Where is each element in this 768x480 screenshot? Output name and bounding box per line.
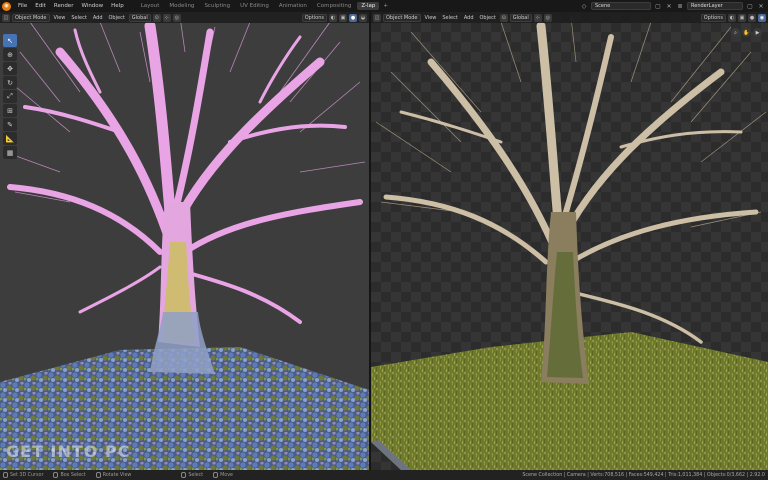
scene-icon: ◇	[581, 2, 587, 10]
mouse-right-icon	[95, 472, 101, 478]
tab-layout[interactable]: Layout	[137, 2, 164, 10]
annotate-icon[interactable]: ✎	[3, 118, 17, 131]
tab-compositing[interactable]: Compositing	[313, 2, 355, 10]
status-hint-box-select: Box Select	[53, 472, 86, 478]
cursor-icon[interactable]: ⊕	[3, 48, 17, 61]
menu-add-right[interactable]: Add	[462, 14, 476, 22]
status-hint-rotate: Rotate View	[95, 472, 132, 478]
rotate-icon[interactable]: ↻	[3, 76, 17, 89]
shading-solid-icon[interactable]: ●	[349, 13, 357, 22]
camera-icon[interactable]: ▶	[753, 28, 762, 37]
measure-icon[interactable]: 📐	[3, 132, 17, 145]
copy-layer-icon[interactable]: ▢	[746, 3, 754, 10]
mouse-left-icon	[181, 472, 187, 478]
top-bar: ◉ File Edit Render Window Help Layout Mo…	[0, 0, 768, 12]
menu-help[interactable]: Help	[107, 3, 128, 9]
menu-add-left[interactable]: Add	[91, 14, 105, 22]
pivot-icon-right[interactable]: ⊙	[499, 13, 508, 22]
cursor-select-icon[interactable]: ↖	[3, 34, 17, 47]
add-cube-icon[interactable]: ▦	[3, 146, 17, 159]
close-icon[interactable]: ✕	[665, 3, 673, 10]
overlay-icon-right[interactable]: ◐	[728, 13, 736, 22]
mouse-middle-icon	[53, 472, 59, 478]
status-hint-select: Select	[181, 472, 203, 478]
render-layer-name: RenderLayer	[691, 3, 723, 9]
status-text: Move	[220, 472, 234, 478]
shading-solid-icon-right[interactable]: ●	[748, 13, 756, 22]
render-layer-selector[interactable]: RenderLayer	[687, 2, 743, 10]
xray-icon[interactable]: ▣	[339, 13, 347, 22]
navigation-gizmo: ⌕ ✋ ▶	[731, 28, 762, 37]
options-dropdown-right[interactable]: Options	[700, 13, 726, 22]
scene-name: Scene	[595, 3, 611, 9]
shading-material-icon[interactable]: ◒	[359, 13, 367, 22]
viewport-header-left: ◫ Object Mode View Select Add Object Glo…	[0, 12, 369, 23]
orientation-dropdown-left[interactable]: Global	[128, 13, 151, 22]
tab-z-lap[interactable]: Z-lap	[357, 2, 380, 10]
overlay-icon[interactable]: ◐	[329, 13, 337, 22]
snap-icon[interactable]: ⊹	[162, 13, 171, 22]
status-hint-cursor: Set 3D Cursor	[3, 472, 43, 478]
status-text: Rotate View	[102, 472, 132, 478]
watermark: GET INTO PC	[6, 442, 131, 461]
proportional-icon[interactable]: ◎	[172, 13, 181, 22]
mode-dropdown-right[interactable]: Object Mode	[383, 13, 421, 22]
layers-icon: ≣	[677, 2, 683, 10]
close-layer-icon[interactable]: ✕	[757, 3, 765, 10]
menu-object-right[interactable]: Object	[478, 14, 498, 22]
viewport-right[interactable]: ◫ Object Mode View Select Add Object ⊙ G…	[371, 12, 768, 470]
shading-rendered-icon-right[interactable]: ◉	[758, 13, 766, 22]
pan-icon[interactable]: ✋	[742, 28, 751, 37]
menu-view-right[interactable]: View	[423, 14, 439, 22]
zoom-icon[interactable]: ⌕	[731, 28, 740, 37]
orientation-dropdown-right[interactable]: Global	[509, 13, 532, 22]
mode-dropdown-left[interactable]: Object Mode	[12, 13, 50, 22]
blender-logo-icon[interactable]: ◉	[2, 1, 11, 11]
status-bar: Set 3D Cursor Box Select Rotate View Sel…	[0, 470, 768, 480]
status-hint-move: Move	[213, 472, 233, 478]
tab-animation[interactable]: Animation	[275, 2, 311, 10]
proportional-icon-right[interactable]: ◎	[543, 13, 552, 22]
tree-overlay-render	[0, 12, 369, 470]
editor-type-icon-right[interactable]: ◫	[373, 13, 381, 22]
menu-edit[interactable]: Edit	[31, 3, 50, 9]
status-text: Select	[188, 472, 204, 478]
scene-statistics: Scene Collection | Camera | Verts:708,51…	[522, 472, 765, 478]
menu-view-left[interactable]: View	[52, 14, 68, 22]
pivot-icon[interactable]: ⊙	[152, 13, 161, 22]
tab-modeling[interactable]: Modeling	[165, 2, 198, 10]
tool-shelf: ↖ ⊕ ✥ ↻ ⤢ ⊞ ✎ 📐 ▦	[3, 34, 17, 159]
add-workspace-button[interactable]: +	[380, 3, 391, 9]
menu-file[interactable]: File	[14, 3, 31, 9]
options-dropdown-left[interactable]: Options	[301, 13, 327, 22]
snap-icon-right[interactable]: ⊹	[533, 13, 542, 22]
menu-object-left[interactable]: Object	[107, 14, 127, 22]
status-text: Box Select	[60, 472, 86, 478]
menu-render[interactable]: Render	[50, 3, 78, 9]
blender-window: ◉ File Edit Render Window Help Layout Mo…	[0, 0, 768, 480]
scale-icon[interactable]: ⤢	[3, 90, 17, 103]
mouse-left-icon	[3, 472, 8, 478]
status-text: Set 3D Cursor	[10, 472, 44, 478]
tab-sculpting[interactable]: Sculpting	[200, 2, 234, 10]
viewport-left[interactable]: ◫ Object Mode View Select Add Object Glo…	[0, 12, 369, 470]
transform-icon[interactable]: ⊞	[3, 104, 17, 117]
mouse-drag-icon	[213, 472, 219, 478]
viewport-header-right: ◫ Object Mode View Select Add Object ⊙ G…	[371, 12, 768, 23]
editor-type-icon[interactable]: ◫	[2, 13, 10, 22]
scene-selector[interactable]: Scene	[591, 2, 651, 10]
xray-icon-right[interactable]: ▣	[738, 13, 746, 22]
tab-uv-editing[interactable]: UV Editing	[236, 2, 273, 10]
menu-select-left[interactable]: Select	[69, 14, 88, 22]
move-icon[interactable]: ✥	[3, 62, 17, 75]
copy-icon[interactable]: ▢	[654, 3, 662, 10]
menu-window[interactable]: Window	[77, 3, 107, 9]
tree-rendered-preview	[371, 12, 768, 470]
menu-select-right[interactable]: Select	[440, 14, 459, 22]
